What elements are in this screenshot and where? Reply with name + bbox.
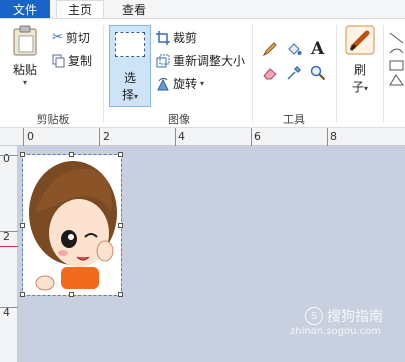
fill-button[interactable] (286, 41, 302, 57)
image-group-label: 图像 (168, 113, 190, 126)
ruler-label: 2 (103, 130, 110, 143)
rotate-label: 旋转 (173, 77, 198, 91)
ruler-label: 8 (330, 130, 337, 143)
ruler-tick (251, 128, 252, 146)
vertical-ruler: 0 2 4 (0, 146, 18, 362)
selection-rectangle-icon (115, 32, 145, 57)
ruler-tick (23, 128, 24, 146)
text-tool-icon[interactable]: A (311, 39, 324, 59)
resize-handle[interactable] (69, 292, 74, 297)
ruler-label: 0 (27, 130, 34, 143)
copy-label: 复制 (68, 54, 93, 68)
tab-home[interactable]: 主页 (56, 0, 104, 18)
ruler-label: 0 (3, 152, 10, 165)
select-label-line1: 选 (123, 71, 136, 85)
ruler-tick (0, 155, 18, 156)
crop-button[interactable]: 裁剪 (156, 29, 197, 46)
crop-label: 裁剪 (173, 31, 198, 45)
watermark-url: zhinan.sogou.com (289, 326, 381, 337)
ruler-label: 6 (254, 130, 261, 143)
brush-icon (345, 25, 375, 55)
brushes-button[interactable]: 刷 子▾ (342, 25, 378, 95)
paste-icon (13, 25, 37, 56)
resize-handle[interactable] (118, 223, 123, 228)
group-separator (103, 25, 104, 123)
paint-bucket-icon (288, 43, 302, 55)
group-separator (336, 25, 337, 123)
cut-label: 剪切 (65, 31, 90, 45)
tools-group-label: 工具 (283, 113, 305, 126)
cut-button[interactable]: ✂ 剪切 (52, 29, 90, 46)
magnifier-button[interactable] (310, 65, 326, 81)
select-label-line2: 择 (121, 88, 134, 102)
watermark-logo-icon: S (305, 307, 323, 325)
shapes-partial[interactable] (388, 29, 405, 89)
eraser-icon (263, 68, 277, 80)
ruler-tick (99, 128, 100, 146)
cursor-position-marker (0, 246, 18, 247)
tab-view[interactable]: 查看 (110, 0, 158, 18)
resize-handle[interactable] (20, 152, 25, 157)
clipboard-group-label: 剪贴板 (36, 113, 70, 126)
resize-handle[interactable] (20, 223, 25, 228)
resize-handle[interactable] (20, 292, 25, 297)
copy-button[interactable]: 复制 (52, 52, 92, 69)
scissors-icon: ✂ (52, 30, 63, 45)
magnifier-icon (310, 65, 326, 81)
crop-icon (156, 30, 170, 45)
paste-button[interactable]: 粘贴 ▾ (8, 25, 42, 87)
resize-button[interactable]: 重新调整大小 (156, 52, 245, 69)
rotate-icon (157, 77, 169, 90)
resize-icon (156, 54, 170, 67)
resize-handle[interactable] (118, 152, 123, 157)
resize-handle[interactable] (69, 152, 74, 157)
eraser-button[interactable] (262, 65, 278, 81)
copy-icon (52, 54, 65, 67)
ribbon-tab-bar: 文件 主页 查看 (0, 0, 405, 18)
drawing-canvas[interactable] (20, 152, 123, 297)
pencil-icon (262, 42, 277, 57)
brushes-label-line2: 子 (351, 80, 364, 94)
shapes-icon (389, 32, 404, 86)
ruler-tick (327, 128, 328, 146)
tab-file[interactable]: 文件 (0, 0, 50, 18)
resize-label: 重新调整大小 (173, 54, 246, 68)
watermark-brand: 搜狗指南 (327, 309, 383, 325)
select-button[interactable]: 选 择▾ (109, 25, 151, 107)
paste-dropdown-icon[interactable]: ▾ (23, 78, 27, 87)
color-picker-button[interactable] (286, 65, 302, 81)
cartoon-girl-image (29, 161, 117, 291)
group-separator (252, 25, 253, 123)
pencil-button[interactable] (262, 41, 278, 57)
brushes-label-line1: 刷 (353, 63, 366, 77)
ruler-tick (175, 128, 176, 146)
group-separator (383, 25, 384, 123)
ribbon: 粘贴 ▾ ✂ 剪切 复制 剪贴板 选 择▾ 裁剪 重新调整大小 旋转 ▾ 图像 … (0, 18, 405, 128)
select-dropdown-icon[interactable]: ▾ (134, 92, 138, 101)
paste-label: 粘贴 (12, 63, 37, 77)
watermark: S 搜狗指南 (305, 306, 383, 326)
eyedropper-icon (287, 65, 302, 80)
ruler-tick (0, 231, 18, 232)
horizontal-ruler: 0 2 4 6 8 (0, 128, 405, 146)
ruler-label: 4 (178, 130, 185, 143)
ruler-tick (0, 307, 18, 308)
resize-handle[interactable] (118, 292, 123, 297)
brushes-dropdown-icon[interactable]: ▾ (364, 84, 368, 93)
rotate-button[interactable]: 旋转 ▾ (156, 75, 204, 92)
rotate-dropdown-icon[interactable]: ▾ (200, 79, 204, 88)
